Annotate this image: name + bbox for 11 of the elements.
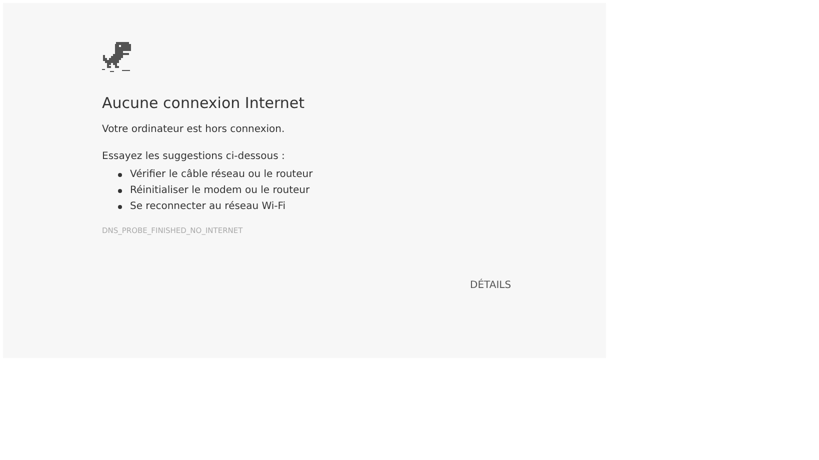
suggestion-text: Se reconnecter au réseau Wi-Fi (130, 200, 286, 214)
page-title: Aucune connexion Internet (102, 94, 306, 112)
dinosaur-icon (102, 41, 133, 72)
bullet-icon (118, 173, 122, 177)
bullet-icon (118, 189, 122, 193)
suggestion-text: Réinitialiser le modem ou le routeur (130, 184, 310, 198)
bullet-icon (118, 205, 122, 209)
suggestion-text: Vérifier le câble réseau ou le routeur (130, 168, 313, 182)
details-button[interactable]: DÉTAILS (466, 276, 516, 296)
suggestions-heading: Essayez les suggestions ci-dessous : (102, 150, 286, 164)
message-text: Votre ordinateur est hors connexion. (102, 123, 286, 137)
